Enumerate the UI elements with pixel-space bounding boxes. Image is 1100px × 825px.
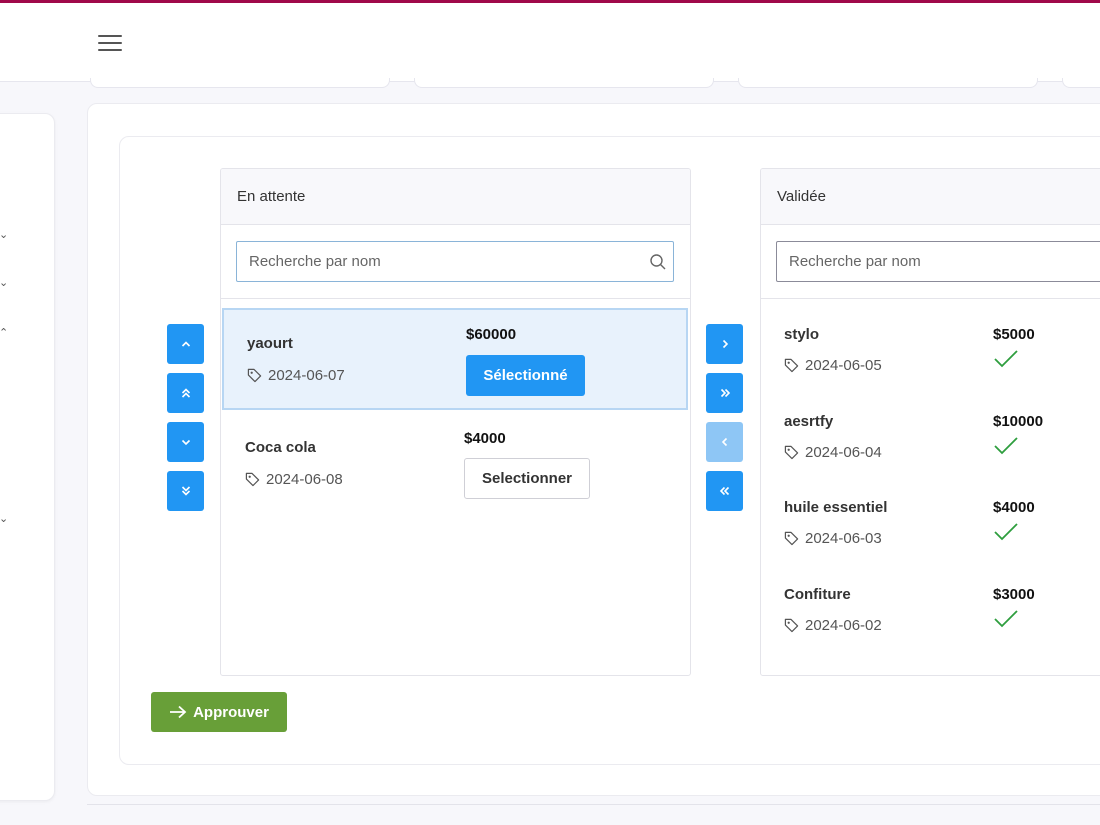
- list-item[interactable]: huile essentiel 2024-06-03 $4000: [761, 499, 1100, 586]
- sidebar: ⌄ ⌄ ⌃ ⌄: [0, 113, 55, 801]
- list-item[interactable]: stylo 2024-06-05 $5000: [761, 326, 1100, 413]
- tag-icon: [784, 618, 799, 633]
- pending-panel: En attente yaourt 2024-06-07 $60000 Séle…: [220, 168, 691, 676]
- double-chevron-left-icon: [719, 486, 729, 496]
- item-name: huile essentiel: [784, 499, 888, 516]
- list-item[interactable]: yaourt 2024-06-07 $60000 Sélectionné: [222, 308, 688, 410]
- check-icon: [994, 523, 1018, 541]
- select-button[interactable]: Selectionner: [464, 458, 590, 499]
- item-date: 2024-06-02: [784, 617, 882, 634]
- stat-card-stub: [90, 78, 390, 88]
- double-chevron-right-icon: [720, 388, 730, 398]
- item-price: $4000: [464, 430, 506, 447]
- chevron-up-icon[interactable]: ⌃: [0, 328, 8, 339]
- item-date: 2024-06-05: [784, 357, 882, 374]
- arrow-right-icon: [170, 705, 187, 719]
- move-all-to-pending-button[interactable]: [706, 471, 743, 511]
- item-date: 2024-06-03: [784, 530, 882, 547]
- pending-search-input[interactable]: [236, 241, 674, 282]
- tag-icon: [247, 368, 262, 383]
- pending-panel-title: En attente: [221, 169, 690, 225]
- validated-search-input[interactable]: [776, 241, 1100, 282]
- tag-icon: [245, 472, 260, 487]
- stat-card-stub: [738, 78, 1038, 88]
- item-name: yaourt: [247, 335, 293, 352]
- check-icon: [994, 437, 1018, 455]
- chevron-down-icon[interactable]: ⌄: [0, 278, 8, 289]
- approve-button[interactable]: Approuver: [151, 692, 287, 732]
- item-date: 2024-06-07: [247, 367, 345, 384]
- chevron-right-icon: [722, 339, 728, 349]
- selected-button[interactable]: Sélectionné: [466, 355, 585, 396]
- move-to-validated-button[interactable]: [706, 324, 743, 364]
- item-date: 2024-06-04: [784, 444, 882, 461]
- top-bar: [0, 3, 1100, 82]
- item-name: stylo: [784, 326, 820, 343]
- divider: [87, 804, 1100, 805]
- hamburger-icon[interactable]: [98, 35, 122, 53]
- item-price: $5000: [993, 326, 1035, 343]
- item-price: $4000: [993, 499, 1035, 516]
- tag-icon: [784, 445, 799, 460]
- item-name: aesrtfy: [784, 413, 834, 430]
- chevron-down-icon: [181, 439, 190, 446]
- move-up-button[interactable]: [167, 324, 204, 364]
- move-top-button[interactable]: [167, 373, 204, 413]
- item-price: $3000: [993, 586, 1035, 603]
- check-icon: [994, 350, 1018, 368]
- double-chevron-up-icon: [181, 388, 190, 398]
- check-icon: [994, 610, 1018, 628]
- item-name: Coca cola: [245, 439, 316, 456]
- tag-icon: [784, 358, 799, 373]
- validated-panel: Validée stylo 2024-06-05 $5000 aesrtfy 2…: [760, 168, 1100, 676]
- list-item[interactable]: Confiture 2024-06-02 $3000: [761, 586, 1100, 673]
- item-price: $10000: [993, 413, 1044, 430]
- chevron-down-icon[interactable]: ⌄: [0, 514, 8, 525]
- list-item[interactable]: aesrtfy 2024-06-04 $10000: [761, 413, 1100, 500]
- item-name: Confiture: [784, 586, 851, 603]
- search-icon: [650, 254, 666, 270]
- move-bottom-button[interactable]: [167, 471, 204, 511]
- move-all-to-validated-button[interactable]: [706, 373, 743, 413]
- item-date: 2024-06-08: [245, 471, 343, 488]
- stat-card-stub: [1062, 78, 1100, 88]
- validated-panel-title: Validée: [761, 169, 1100, 225]
- chevron-down-icon[interactable]: ⌄: [0, 230, 8, 241]
- validated-filter: [761, 225, 1100, 299]
- double-chevron-down-icon: [181, 486, 190, 496]
- tag-icon: [784, 531, 799, 546]
- pending-filter: [221, 225, 690, 299]
- list-item[interactable]: Coca cola 2024-06-08 $4000 Selectionner: [222, 412, 688, 514]
- item-price: $60000: [466, 326, 517, 343]
- stat-card-stub: [414, 78, 714, 88]
- move-down-button[interactable]: [167, 422, 204, 462]
- move-to-pending-button[interactable]: [706, 422, 743, 462]
- chevron-up-icon: [181, 341, 190, 347]
- chevron-left-icon: [721, 437, 727, 447]
